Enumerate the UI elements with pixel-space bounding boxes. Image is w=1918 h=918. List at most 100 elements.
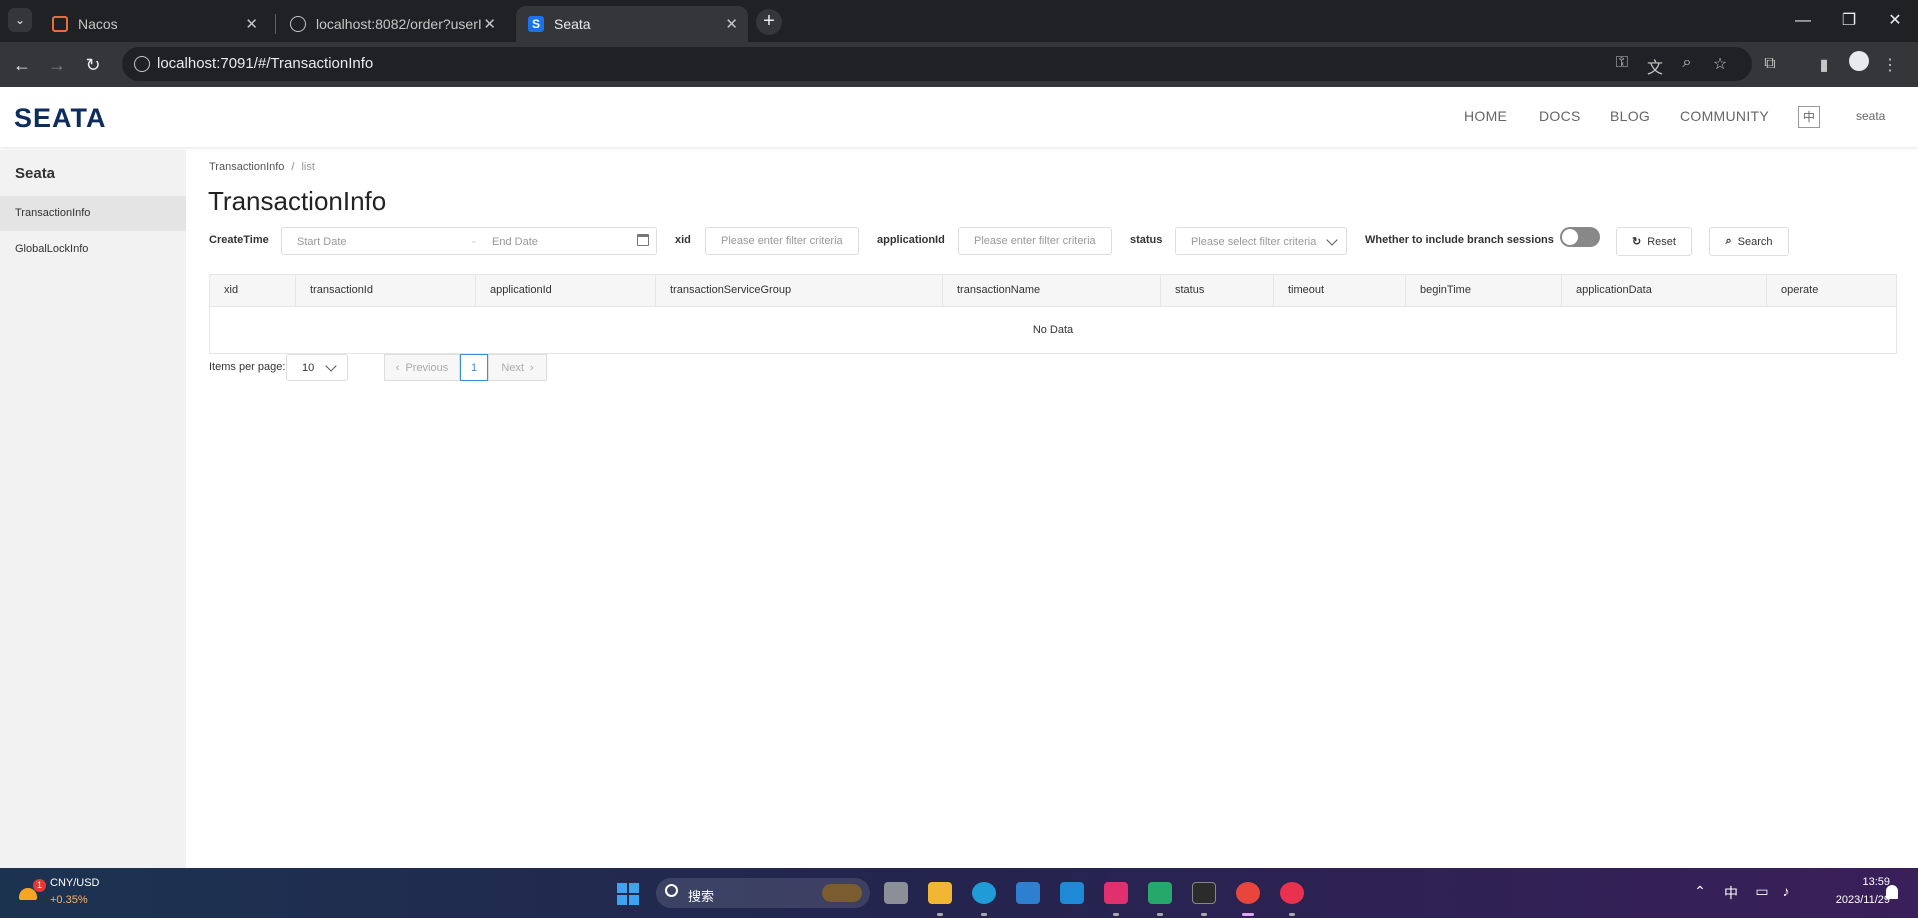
side-panel-icon[interactable]: ▮ — [1814, 55, 1834, 75]
language-switch-button[interactable]: 中 — [1798, 106, 1820, 128]
chevron-up-icon[interactable]: ⌃ — [1690, 883, 1710, 900]
previous-page-button[interactable]: ‹ Previous — [384, 354, 460, 381]
task-view-icon[interactable] — [884, 882, 908, 904]
datagrip-icon[interactable] — [1148, 882, 1172, 904]
notification-badge: 1 — [33, 879, 46, 892]
running-indicator — [1201, 913, 1207, 916]
translate-icon[interactable]: 文 — [1645, 54, 1665, 78]
items-per-page-label: Items per page: — [209, 361, 286, 373]
close-icon[interactable]: ✕ — [725, 15, 738, 33]
app-icon[interactable] — [1280, 882, 1304, 904]
profile-avatar[interactable] — [1849, 51, 1869, 71]
widget-value: +0.35% — [50, 894, 88, 906]
running-indicator — [937, 913, 943, 916]
column-header-timeout: timeout — [1273, 275, 1405, 306]
status-select[interactable]: Please select filter criteria — [1175, 227, 1347, 255]
running-indicator — [1289, 913, 1295, 916]
running-indicator — [1113, 913, 1119, 916]
tab-title: localhost:8082/order?userId= — [316, 16, 481, 32]
tab-search-button[interactable]: ⌄ — [8, 8, 32, 32]
nav-blog[interactable]: BLOG — [1610, 108, 1650, 124]
extensions-icon[interactable]: ⧉ — [1760, 55, 1780, 73]
search-button[interactable]: ⌕ Search — [1709, 227, 1789, 256]
toggle-knob — [1562, 229, 1578, 245]
branch-sessions-label: Whether to include branch sessions — [1365, 234, 1554, 246]
bookmark-star-icon[interactable]: ☆ — [1710, 54, 1730, 74]
column-header-transactionname: transactionName — [942, 275, 1160, 306]
next-page-button[interactable]: Next › — [488, 354, 547, 381]
end-date-field[interactable]: End Date — [492, 236, 538, 248]
sidebar: Seata TransactionInfo GlobalLockInfo — [0, 150, 186, 868]
branch-sessions-toggle[interactable] — [1560, 227, 1600, 247]
nav-community[interactable]: COMMUNITY — [1680, 108, 1769, 124]
calendar-icon[interactable] — [637, 234, 649, 246]
store-icon[interactable] — [1016, 882, 1040, 904]
volume-icon[interactable]: ♪ — [1776, 883, 1796, 899]
column-header-operate: operate — [1766, 275, 1896, 306]
tab-divider — [275, 14, 276, 34]
seata-logo[interactable]: SEATA — [14, 103, 107, 134]
ime-indicator[interactable]: 中 — [1721, 883, 1741, 903]
reset-label: Reset — [1647, 235, 1676, 248]
nav-docs[interactable]: DOCS — [1539, 108, 1581, 124]
refresh-icon: ↻ — [1632, 236, 1642, 248]
taskbar-search[interactable]: 搜索 — [656, 878, 870, 908]
sidebar-item-transactioninfo[interactable]: TransactionInfo — [0, 196, 186, 231]
zoom-icon[interactable]: ⌕ — [1677, 54, 1697, 72]
page-number-button[interactable]: 1 — [460, 354, 488, 381]
notification-bell-icon[interactable] — [1886, 885, 1898, 899]
terminal-icon[interactable] — [1192, 882, 1216, 904]
next-label: Next — [501, 361, 524, 374]
close-icon[interactable]: ✕ — [483, 15, 496, 33]
menu-icon[interactable]: ⋮ — [1880, 55, 1900, 75]
site-info-icon[interactable] — [134, 56, 150, 72]
vscode-icon[interactable] — [1060, 882, 1084, 904]
url-text: localhost:7091/#/TransactionInfo — [157, 55, 374, 72]
empty-state: No Data — [1032, 324, 1074, 336]
browser-tab-seata[interactable]: S Seata ✕ — [516, 6, 748, 42]
items-per-page-select[interactable]: 10 — [286, 354, 348, 381]
seata-icon: S — [528, 16, 544, 32]
sidebar-item-globallockinfo[interactable]: GlobalLockInfo — [0, 232, 186, 267]
clock-time[interactable]: 13:59 — [1830, 876, 1890, 888]
user-name[interactable]: seata — [1856, 109, 1885, 123]
browser-tab-nacos[interactable]: Nacos ✕ — [40, 6, 268, 42]
close-icon[interactable]: ✕ — [245, 15, 258, 33]
xid-input[interactable] — [705, 227, 859, 255]
minimize-icon[interactable]: — — [1788, 6, 1818, 36]
browser-tab-order[interactable]: localhost:8082/order?userId= ✕ — [278, 6, 506, 42]
edge-icon[interactable] — [972, 882, 996, 904]
breadcrumb-link[interactable]: TransactionInfo — [209, 161, 284, 173]
intellij-icon[interactable] — [1104, 882, 1128, 904]
widgets-icon[interactable]: 1 — [19, 879, 46, 902]
start-date-field[interactable]: Start Date — [297, 236, 347, 248]
key-icon[interactable]: ⚿ — [1612, 54, 1632, 72]
network-icon[interactable]: ▭ — [1752, 883, 1772, 900]
column-header-begintime: beginTime — [1405, 275, 1561, 306]
reset-button[interactable]: ↻ Reset — [1616, 227, 1692, 256]
search-icon: ⌕ — [1725, 235, 1732, 247]
applicationid-input[interactable] — [958, 227, 1112, 255]
chevron-left-icon: ‹ — [395, 361, 400, 374]
app-header: SEATA HOME DOCS BLOG COMMUNITY 中 seata — [0, 87, 1918, 147]
search-icon — [665, 884, 678, 897]
date-range-picker[interactable]: Start Date - End Date — [281, 227, 657, 255]
chrome-icon[interactable] — [1236, 882, 1260, 904]
file-explorer-icon[interactable] — [928, 882, 952, 904]
windows-start-icon[interactable] — [617, 883, 639, 905]
window-close-icon[interactable]: ✕ — [1880, 6, 1910, 36]
search-highlight-icon — [822, 884, 862, 902]
nav-home[interactable]: HOME — [1464, 108, 1507, 124]
back-icon[interactable]: ← — [8, 51, 36, 79]
breadcrumb: TransactionInfo / list — [209, 161, 315, 173]
new-tab-button[interactable]: + — [756, 9, 782, 35]
clock-date[interactable]: 2023/11/29 — [1810, 894, 1890, 906]
address-bar[interactable]: localhost:7091/#/TransactionInfo ⚿ 文 ⌕ ☆ — [122, 47, 1752, 81]
tab-title: Nacos — [78, 16, 118, 32]
browser-toolbar: ← → ↻ localhost:7091/#/TransactionInfo ⚿… — [0, 42, 1918, 87]
forward-icon[interactable]: → — [43, 51, 71, 79]
widget-title[interactable]: CNY/USD — [50, 877, 100, 889]
restore-icon[interactable]: ❐ — [1834, 6, 1864, 36]
status-label: status — [1130, 234, 1163, 246]
reload-icon[interactable]: ↻ — [79, 51, 107, 79]
